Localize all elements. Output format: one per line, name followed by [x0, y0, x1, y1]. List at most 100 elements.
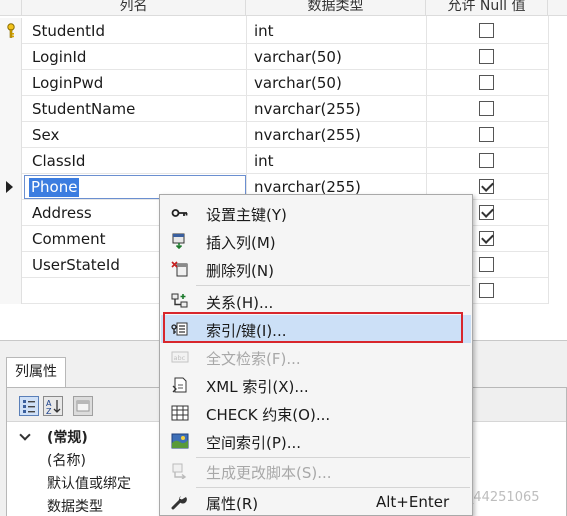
header-data-type[interactable]: 数据类型 [246, 0, 426, 16]
property-category-general[interactable]: (常规) [7, 425, 167, 448]
delete-column-icon [171, 261, 188, 277]
menu-separator [196, 285, 470, 286]
menu-item-label: 关系(H)... [206, 294, 274, 312]
property-row-name[interactable]: (名称) [7, 448, 167, 471]
menu-item-fulltext-index[interactable]: abc 全文检索(F)... [161, 343, 471, 371]
property-row-default-value[interactable]: 默认值或绑定 [7, 471, 167, 494]
svg-text:abc: abc [174, 354, 186, 362]
column-name-selected-text[interactable]: Phone [29, 178, 80, 197]
allow-null-checkbox[interactable] [479, 127, 494, 142]
column-name[interactable]: Address [32, 204, 92, 222]
header-allow-null[interactable]: 允许 Null 值 [426, 0, 548, 16]
table-row[interactable]: Sex nvarchar(255) [0, 122, 548, 148]
table-row[interactable]: ClassId int [0, 148, 548, 174]
menu-item-label: 空间索引(P)... [206, 434, 302, 452]
check-constraint-icon [171, 405, 189, 421]
fulltext-icon: abc [171, 351, 189, 363]
relationship-icon [171, 293, 188, 308]
menu-item-shortcut: Alt+Enter [376, 493, 450, 511]
header-column-name[interactable]: 列名 [22, 0, 246, 16]
row-selector[interactable] [0, 252, 22, 278]
menu-item-xml-index[interactable]: XML 索引(X)... [161, 371, 471, 399]
table-row[interactable]: LoginId varchar(50) [0, 44, 548, 70]
row-selector[interactable] [0, 122, 22, 148]
row-selector[interactable] [0, 44, 22, 70]
row-selector[interactable] [0, 174, 22, 200]
row-selector[interactable] [0, 200, 22, 226]
allow-null-checkbox[interactable] [479, 153, 494, 168]
menu-item-insert-column[interactable]: 插入列(M) [161, 227, 471, 255]
svg-text:Z: Z [46, 407, 52, 415]
column-type[interactable]: nvarchar(255) [254, 126, 361, 144]
menu-item-label: 删除列(N) [206, 262, 274, 280]
insert-column-icon [172, 233, 185, 249]
column-name[interactable]: StudentId [32, 22, 105, 40]
row-selector[interactable] [0, 148, 22, 174]
menu-item-label: 生成更改脚本(S)... [206, 464, 332, 482]
menu-item-properties[interactable]: 属性(R) Alt+Enter [161, 488, 471, 516]
property-row-data-type[interactable]: 数据类型 [7, 494, 167, 516]
context-menu: 设置主键(Y) 插入列(M) 删除列(N) 关系(H)... 索引/键(I)..… [159, 194, 473, 516]
allow-null-checkbox[interactable] [479, 257, 494, 272]
column-name[interactable]: UserStateId [32, 256, 120, 274]
column-name[interactable]: LoginId [32, 48, 86, 66]
menu-item-set-primary-key[interactable]: 设置主键(Y) [161, 199, 471, 227]
column-name[interactable]: Comment [32, 230, 106, 248]
property-label: (名称) [47, 453, 86, 469]
column-type[interactable]: varchar(50) [254, 48, 342, 66]
column-type[interactable]: int [254, 22, 274, 40]
allow-null-checkbox[interactable] [479, 23, 494, 38]
xml-index-icon [172, 377, 187, 393]
property-pages-button[interactable] [73, 396, 93, 416]
header-selector-cell [0, 0, 22, 16]
wrench-icon [171, 496, 187, 510]
table-row[interactable]: StudentName nvarchar(255) [0, 96, 548, 122]
column-name[interactable]: LoginPwd [32, 74, 103, 92]
row-selector[interactable] [0, 18, 22, 44]
table-row[interactable]: LoginPwd varchar(50) [0, 70, 548, 96]
menu-item-label: 插入列(M) [206, 234, 276, 252]
sort-az-icon: A Z [46, 399, 61, 416]
categorized-icon [23, 400, 35, 413]
row-selector[interactable] [0, 70, 22, 96]
property-pages-icon [76, 400, 90, 412]
row-selector[interactable] [0, 278, 22, 304]
primary-key-icon [7, 23, 15, 38]
menu-item-relationships[interactable]: 关系(H)... [161, 287, 471, 315]
menu-item-generate-change-script[interactable]: 生成更改脚本(S)... [161, 457, 471, 485]
allow-null-checkbox[interactable] [479, 75, 494, 90]
column-type[interactable]: nvarchar(255) [254, 100, 361, 118]
property-category-label: (常规) [47, 430, 88, 446]
grid-header: 列名 数据类型 允许 Null 值 [0, 0, 567, 16]
column-type[interactable]: varchar(50) [254, 74, 342, 92]
menu-item-delete-column[interactable]: 删除列(N) [161, 255, 471, 283]
generate-script-icon [172, 463, 187, 479]
table-row[interactable]: StudentId int [0, 18, 548, 44]
alphabetical-sort-button[interactable]: A Z [43, 396, 63, 416]
row-selector[interactable] [0, 226, 22, 252]
menu-item-spatial-index[interactable]: 空间索引(P)... [161, 427, 471, 455]
current-row-arrow-icon [6, 181, 13, 193]
allow-null-checkbox-checked[interactable] [479, 231, 494, 246]
row-selector[interactable] [0, 96, 22, 122]
menu-item-label: 设置主键(Y) [206, 206, 287, 224]
allow-null-checkbox-checked[interactable] [479, 205, 494, 220]
menu-item-label: 全文检索(F)... [206, 350, 301, 368]
tab-column-properties[interactable]: 列属性 [6, 357, 66, 387]
collapse-chevron-icon[interactable] [19, 429, 31, 441]
menu-item-check-constraint[interactable]: CHECK 约束(O)... [161, 399, 471, 427]
allow-null-checkbox-checked[interactable] [479, 179, 494, 194]
allow-null-checkbox[interactable] [479, 49, 494, 64]
categorized-view-button[interactable] [19, 396, 39, 416]
menu-item-label: 属性(R) [206, 495, 259, 513]
key-icon [171, 209, 188, 217]
column-name[interactable]: ClassId [32, 152, 85, 170]
property-label: 数据类型 [47, 499, 103, 515]
column-name[interactable]: StudentName [32, 100, 135, 118]
column-type[interactable]: int [254, 152, 274, 170]
column-name[interactable]: Sex [32, 126, 59, 144]
allow-null-checkbox[interactable] [479, 283, 494, 298]
grid-divider [548, 16, 549, 304]
allow-null-checkbox[interactable] [479, 101, 494, 116]
property-label: 默认值或绑定 [47, 476, 131, 492]
